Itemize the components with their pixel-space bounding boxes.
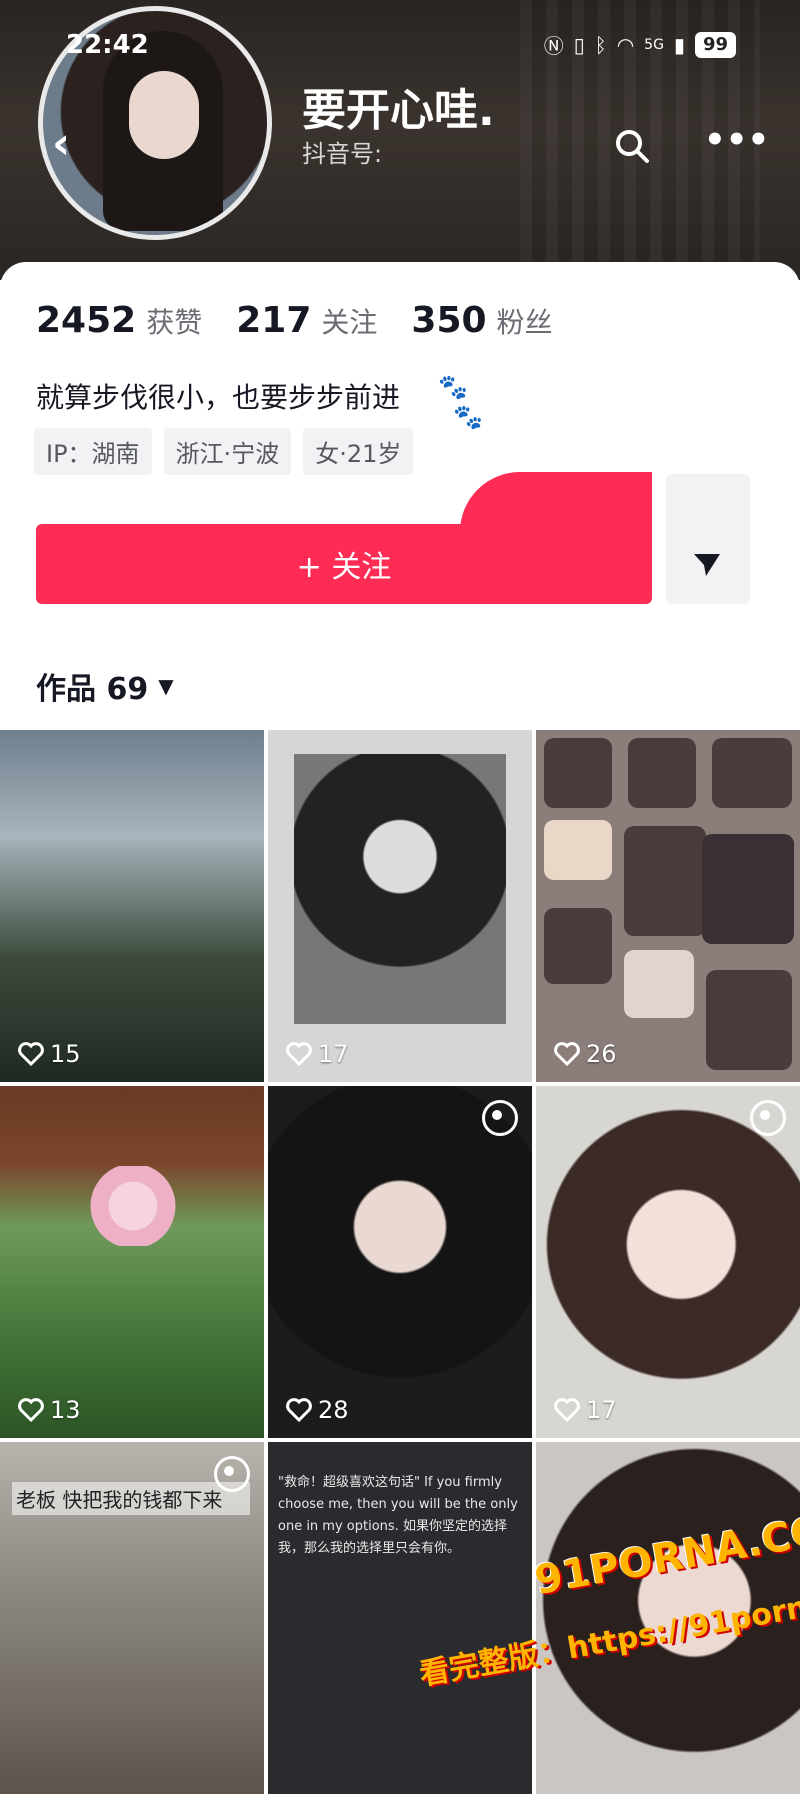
works-tab[interactable]: 作品 69 ▼ [36, 664, 174, 708]
tile-caption: "救命！超级喜欢这句话" If you firmly choose me, th… [278, 1475, 518, 1556]
video-tile[interactable]: 17 [536, 1086, 800, 1438]
follow-button-label: + 关注 [296, 550, 392, 585]
vibrate-icon: ▯ [573, 32, 585, 57]
status-icons: Ⓝ ▯ ᛒ ◠ 5G ▮ 99 [544, 30, 736, 59]
video-tile[interactable]: 15 [0, 730, 264, 1082]
network-label: 5G [644, 36, 664, 53]
collage-cell [702, 834, 794, 944]
like-count-value: 26 [586, 1040, 617, 1068]
like-count: 17 [286, 1040, 349, 1068]
tag-gender-age: 女·21岁 [303, 428, 414, 475]
follow-button[interactable]: + 关注 [36, 524, 652, 604]
heart-icon [554, 1398, 580, 1422]
send-icon [694, 554, 720, 576]
like-count: 13 [18, 1396, 81, 1424]
stat-likes[interactable]: 2452 获赞 [36, 300, 202, 341]
more-options-icon[interactable]: ••• [704, 123, 769, 160]
collage-cell [544, 908, 612, 984]
like-count-value: 13 [50, 1396, 81, 1424]
heart-icon [554, 1042, 580, 1066]
collage-cell [712, 738, 792, 808]
heart-icon [18, 1398, 44, 1422]
nfc-icon: Ⓝ [543, 34, 564, 58]
username: 要开心哇. [302, 85, 495, 136]
stats-row: 2452 获赞 217 关注 350 粉丝 [36, 300, 587, 341]
profile-tags: IP：湖南 浙江·宁波 女·21岁 [34, 428, 414, 475]
douyin-id-label: 抖音号: [302, 140, 383, 168]
caret-down-icon: ▼ [158, 674, 174, 698]
collage-cell [628, 738, 696, 808]
like-count: 28 [286, 1396, 349, 1424]
stat-value: 350 [411, 300, 487, 341]
collage-cell [544, 738, 612, 808]
status-time: 22:42 [66, 30, 149, 60]
like-count-value: 17 [318, 1040, 349, 1068]
video-tile[interactable]: "救命！超级喜欢这句话" If you firmly choose me, th… [268, 1442, 532, 1794]
video-tile[interactable]: 17 [268, 730, 532, 1082]
signal-icon: ▮ [673, 32, 685, 57]
tile-caption: 老板 快把我的钱都下来 [12, 1482, 250, 1515]
video-tile[interactable]: 26 [536, 730, 800, 1082]
like-count: 26 [554, 1040, 617, 1068]
stat-value: 217 [236, 300, 312, 341]
stat-followers[interactable]: 350 粉丝 [411, 300, 552, 341]
polaroid-photo [294, 754, 506, 1024]
heart-icon [286, 1398, 312, 1422]
heart-icon [18, 1042, 44, 1066]
send-message-button[interactable] [666, 474, 750, 604]
tag-location: 浙江·宁波 [163, 428, 292, 475]
avatar-face-shape [129, 71, 199, 159]
wifi-icon: ◠ [616, 32, 635, 57]
stat-following[interactable]: 217 关注 [236, 300, 377, 341]
bluetooth-icon: ᛒ [594, 32, 607, 57]
stat-label: 粉丝 [496, 306, 553, 339]
profile-bio: 就算步伐很小，也要步步前进 [36, 381, 401, 414]
live-photo-icon [482, 1100, 518, 1136]
video-tile[interactable]: 13 [0, 1086, 264, 1438]
lotus-flower [88, 1166, 178, 1246]
collage-cell [706, 970, 792, 1070]
collage-cell [624, 826, 706, 936]
works-label: 作品 69 [36, 672, 149, 707]
heart-icon [286, 1042, 312, 1066]
like-count-value: 28 [318, 1396, 349, 1424]
collage-cell [544, 820, 612, 880]
status-bar: 22:42 Ⓝ ▯ ᛒ ◠ 5G ▮ 99 [0, 26, 800, 62]
video-tile[interactable]: 28 [268, 1086, 532, 1438]
paw-print-icon: 🐾 🐾 [438, 373, 484, 431]
collage-cell [624, 950, 694, 1018]
like-count: 15 [18, 1040, 81, 1068]
stat-label: 关注 [321, 306, 378, 339]
tag-ip: IP：湖南 [34, 428, 152, 475]
follow-button-overflow [460, 472, 652, 532]
stat-label: 获赞 [146, 306, 203, 339]
like-count: 17 [554, 1396, 617, 1424]
video-tile[interactable]: 老板 快把我的钱都下来 [0, 1442, 264, 1794]
search-icon[interactable] [612, 126, 652, 166]
live-photo-icon [750, 1100, 786, 1136]
battery-icon: 99 [694, 31, 736, 58]
back-arrow-icon[interactable]: ‹ [52, 118, 92, 169]
stat-value: 2452 [36, 300, 137, 341]
like-count-value: 15 [50, 1040, 81, 1068]
like-count-value: 17 [586, 1396, 617, 1424]
